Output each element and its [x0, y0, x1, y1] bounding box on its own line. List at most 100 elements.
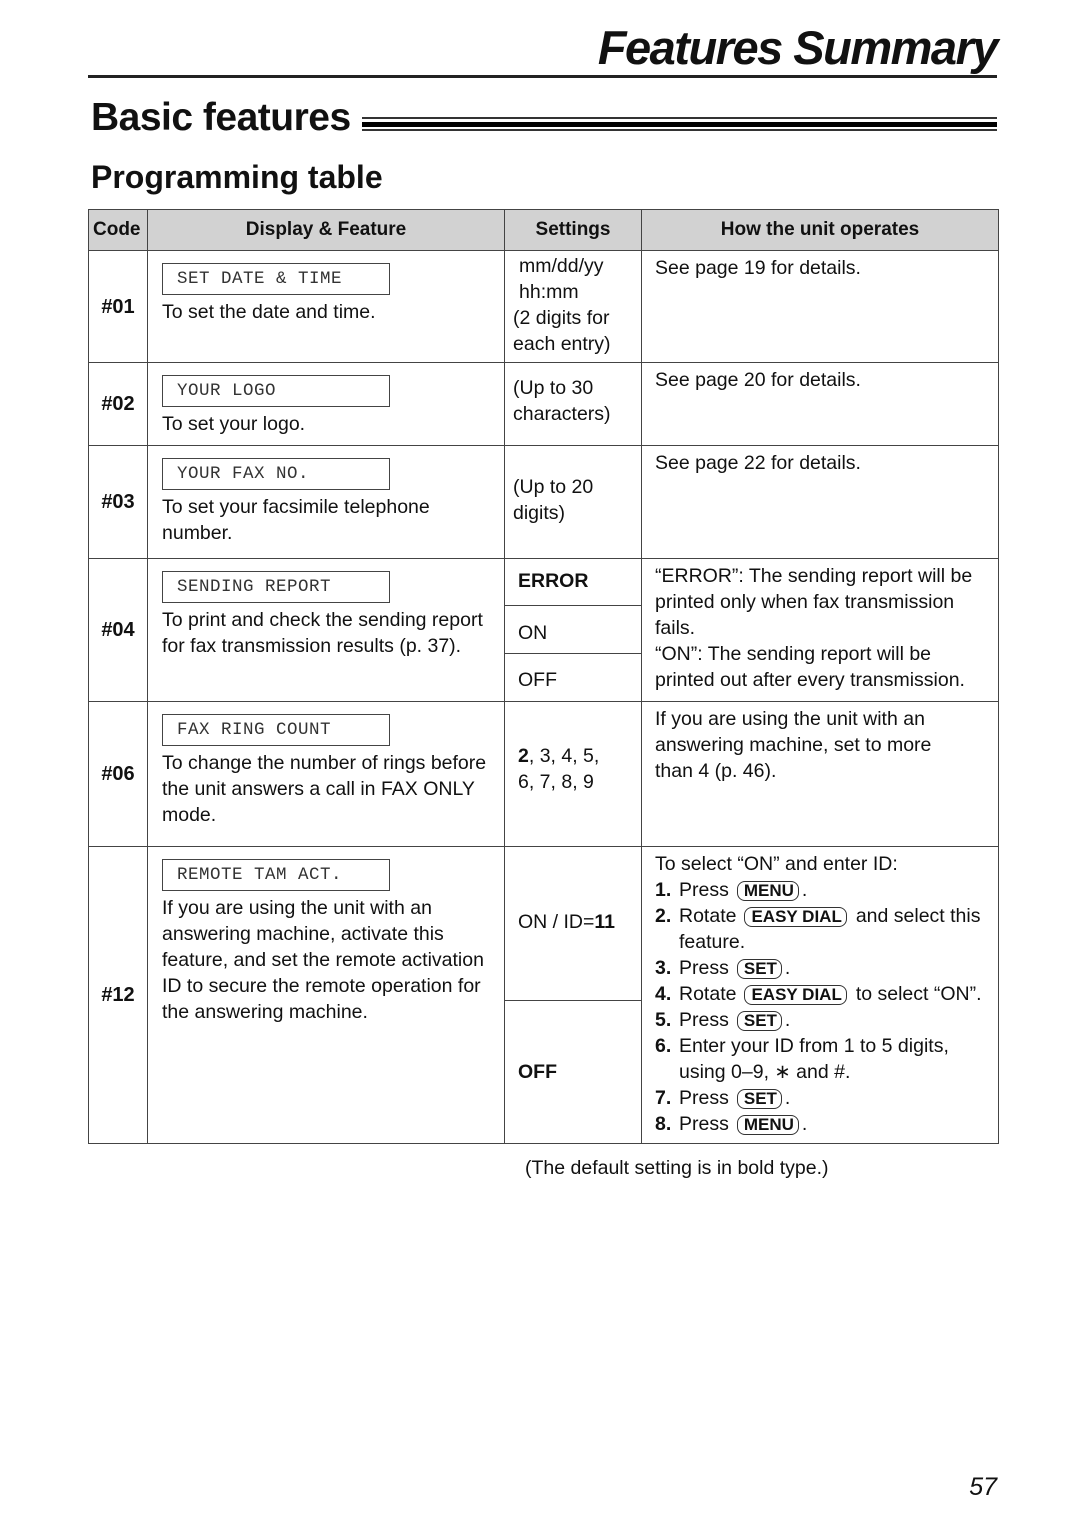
how-text: “ON”: The sending report will be printed…	[655, 643, 965, 691]
default-id: 11	[594, 911, 616, 933]
step-text: Press	[679, 879, 729, 901]
settings-cell: (Up to 30 characters)	[504, 362, 642, 446]
step-text-after: .	[784, 1009, 791, 1031]
step-number: 6.	[655, 1035, 672, 1057]
step-number: 8.	[655, 1113, 672, 1135]
step-number: 5.	[655, 1009, 672, 1031]
feature-code: #01	[88, 250, 148, 363]
display-feature-cell: REMOTE TAM ACT. If you are using the uni…	[147, 846, 505, 1144]
lcd-display: SENDING REPORT	[162, 571, 390, 603]
setting-line: (Up to 30	[513, 377, 594, 399]
step-text: Press	[679, 1009, 729, 1031]
feature-description: To print and check the sending report fo…	[162, 609, 483, 657]
default-setting: 2	[518, 745, 529, 767]
default-setting: OFF	[518, 1061, 557, 1083]
setting-on-prefix: ON / ID=	[518, 911, 595, 933]
section-triple-rule	[362, 117, 997, 131]
step-text: Rotate	[679, 983, 737, 1005]
setting-line: (Up to 20	[513, 476, 594, 498]
step-number: 4.	[655, 983, 672, 1005]
step-text-after: .	[784, 957, 791, 979]
procedure-step: 7. Press SET.	[655, 1085, 994, 1111]
table-row: #04 SENDING REPORT To print and check th…	[88, 558, 999, 702]
display-feature-cell: SET DATE & TIME To set the date and time…	[147, 250, 505, 363]
lcd-display: FAX RING COUNT	[162, 714, 390, 746]
settings-cell: 2, 3, 4, 5, 6, 7, 8, 9	[504, 701, 642, 847]
procedure-step: 5. Press SET.	[655, 1007, 994, 1033]
setting-values: , 3, 4, 5,	[528, 745, 600, 767]
setting-line: (2 digits for	[513, 307, 610, 329]
setting-line: 6, 7, 8, 9	[518, 771, 594, 793]
how-cell: See page 22 for details.	[641, 445, 999, 559]
feature-code: #12	[88, 846, 148, 1144]
column-header-settings: Settings	[504, 209, 642, 251]
procedure-step: 1. Press MENU.	[655, 877, 994, 903]
procedure-step: 8. Press MENU.	[655, 1111, 994, 1137]
setting-line: hh:mm	[519, 281, 579, 303]
display-feature-cell: SENDING REPORT To print and check the se…	[147, 558, 505, 702]
default-setting: ERROR	[518, 570, 589, 592]
setting-line: mm/dd/yy	[519, 255, 604, 277]
setting-line: each entry)	[513, 333, 611, 355]
programming-table: Code Display & Feature Settings How the …	[88, 209, 999, 1144]
feature-code: #02	[88, 362, 148, 446]
feature-description: If you are using the unit with an answer…	[162, 897, 484, 1023]
step-text: Press	[679, 957, 729, 979]
lcd-display: REMOTE TAM ACT.	[162, 859, 390, 891]
step-text: Rotate	[679, 905, 737, 927]
table-row: #12 REMOTE TAM ACT. If you are using the…	[88, 846, 999, 1144]
key-easy-dial-icon: EASY DIAL	[744, 985, 847, 1005]
key-set-icon: SET	[736, 1089, 782, 1109]
column-header-display-feature: Display & Feature	[147, 209, 505, 251]
column-header-how: How the unit operates	[641, 209, 999, 251]
step-text: Press	[679, 1113, 729, 1135]
setting-option-error: ERROR	[504, 558, 642, 606]
setting-option-off: OFF	[504, 653, 642, 702]
feature-description: To set your logo.	[162, 413, 306, 435]
how-cell: “ERROR”: The sending report will be prin…	[641, 558, 999, 702]
setting-line: 2, 3, 4, 5,	[518, 743, 641, 769]
settings-cell: mm/dd/yy hh:mm (2 digits for each entry)	[504, 250, 642, 363]
how-cell: See page 19 for details.	[641, 250, 999, 363]
procedure-step: 4. Rotate EASY DIAL to select “ON”.	[655, 981, 994, 1007]
page-title: Features Summary	[597, 21, 999, 74]
key-menu-icon: MENU	[736, 1115, 799, 1135]
key-set-icon: SET	[736, 959, 782, 979]
setting-line: characters)	[513, 403, 611, 425]
how-text: “ERROR”: The sending report will be prin…	[655, 565, 973, 639]
feature-code: #04	[88, 558, 148, 702]
step-text-after: .	[801, 879, 808, 901]
step-number: 1.	[655, 879, 672, 901]
display-feature-cell: FAX RING COUNT To change the number of r…	[147, 701, 505, 847]
key-easy-dial-icon: EASY DIAL	[744, 907, 847, 927]
step-number: 2.	[655, 905, 672, 927]
table-row: #02 YOUR LOGO To set your logo. (Up to 3…	[88, 362, 999, 446]
feature-description: To set the date and time.	[162, 301, 376, 323]
display-feature-cell: YOUR FAX NO. To set your facsimile telep…	[147, 445, 505, 559]
footnote: (The default setting is in bold type.)	[525, 1157, 829, 1179]
feature-description: To change the number of rings before the…	[162, 752, 487, 826]
lcd-display: SET DATE & TIME	[162, 263, 390, 295]
step-text-after: .	[801, 1113, 808, 1135]
column-header-code: Code	[88, 209, 148, 251]
feature-code: #03	[88, 445, 148, 559]
table-header-row: Code Display & Feature Settings How the …	[88, 209, 999, 251]
step-text: Enter your ID from 1 to 5 digits, using …	[679, 1035, 949, 1083]
table-row: #01 SET DATE & TIME To set the date and …	[88, 250, 999, 363]
step-number: 7.	[655, 1087, 672, 1109]
display-feature-cell: YOUR LOGO To set your logo.	[147, 362, 505, 446]
lcd-display: YOUR FAX NO.	[162, 458, 390, 490]
table-row: #06 FAX RING COUNT To change the number …	[88, 701, 999, 847]
how-cell: To select “ON” and enter ID: 1. Press MENU…	[641, 846, 999, 1144]
step-text-after: .	[784, 1087, 791, 1109]
key-set-icon: SET	[736, 1011, 782, 1031]
feature-code: #06	[88, 701, 148, 847]
section-title: Basic features	[91, 96, 351, 139]
table-row: #03 YOUR FAX NO. To set your facsimile t…	[88, 445, 999, 559]
step-text: Press	[679, 1087, 729, 1109]
subsection-title: Programming table	[91, 159, 383, 195]
how-cell: See page 20 for details.	[641, 362, 999, 446]
setting-option-on-id: ON / ID=11	[504, 846, 642, 1001]
procedure-step: 3. Press SET.	[655, 955, 994, 981]
setting-line: digits)	[513, 502, 566, 524]
